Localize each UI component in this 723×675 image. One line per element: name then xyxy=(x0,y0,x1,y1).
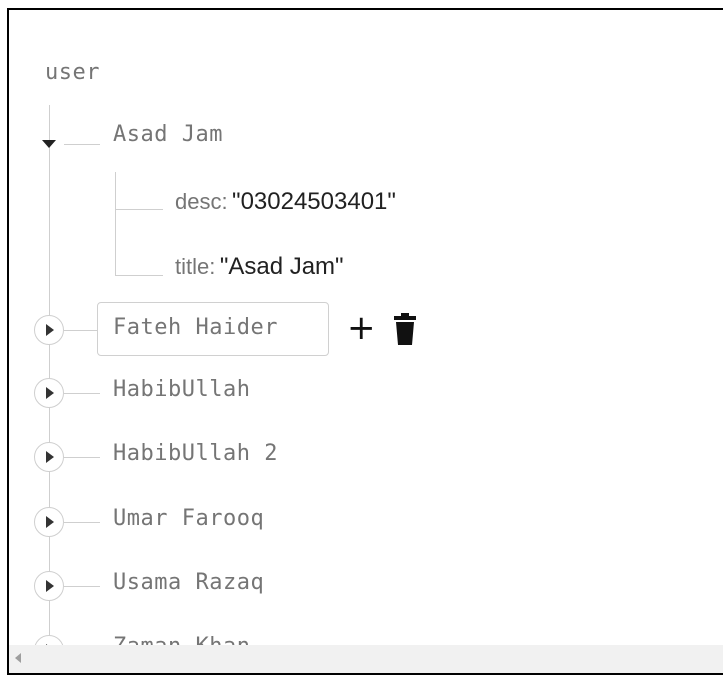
field-key: title: xyxy=(175,254,216,279)
node-key-box[interactable]: Fateh Haider xyxy=(97,302,329,356)
tree-connector xyxy=(64,393,100,394)
horizontal-scrollbar[interactable] xyxy=(9,645,723,673)
field-desc[interactable]: desc: "03024503401" xyxy=(175,188,396,216)
database-tree-panel: user Asad Jam desc: "03024503401" title:… xyxy=(7,8,723,675)
node-key-asad-jam[interactable]: Asad Jam xyxy=(113,122,223,147)
node-key[interactable]: Umar Farooq xyxy=(113,506,264,531)
tree-connector xyxy=(64,330,100,331)
expand-arrow-icon[interactable] xyxy=(34,571,64,601)
scroll-left-arrow-icon[interactable] xyxy=(15,653,21,663)
trash-icon[interactable] xyxy=(393,313,417,345)
tree-connector xyxy=(64,457,100,458)
tree-line-children xyxy=(115,172,116,276)
field-value: "03024503401" xyxy=(232,188,396,215)
node-key[interactable]: Usama Razaq xyxy=(113,570,264,595)
node-key[interactable]: HabibUllah 2 xyxy=(113,441,278,466)
tree-connector xyxy=(115,209,163,210)
expand-arrow-icon[interactable] xyxy=(34,442,64,472)
node-key[interactable]: HabibUllah xyxy=(113,377,250,402)
add-child-button[interactable]: + xyxy=(347,311,376,345)
root-node-label[interactable]: user xyxy=(45,60,100,85)
field-key: desc: xyxy=(175,189,228,214)
tree-connector xyxy=(64,144,100,145)
field-title[interactable]: title: "Asad Jam" xyxy=(175,253,344,281)
node-key-fateh-haider: Fateh Haider xyxy=(113,315,278,340)
expand-arrow-icon[interactable] xyxy=(34,507,64,537)
tree-connector xyxy=(64,522,100,523)
field-value: "Asad Jam" xyxy=(219,253,344,280)
expand-arrow-icon[interactable] xyxy=(34,315,64,345)
expand-arrow-icon[interactable] xyxy=(34,378,64,408)
tree-connector xyxy=(64,586,100,587)
tree-connector xyxy=(115,275,163,276)
collapse-caret-icon[interactable] xyxy=(42,140,56,148)
